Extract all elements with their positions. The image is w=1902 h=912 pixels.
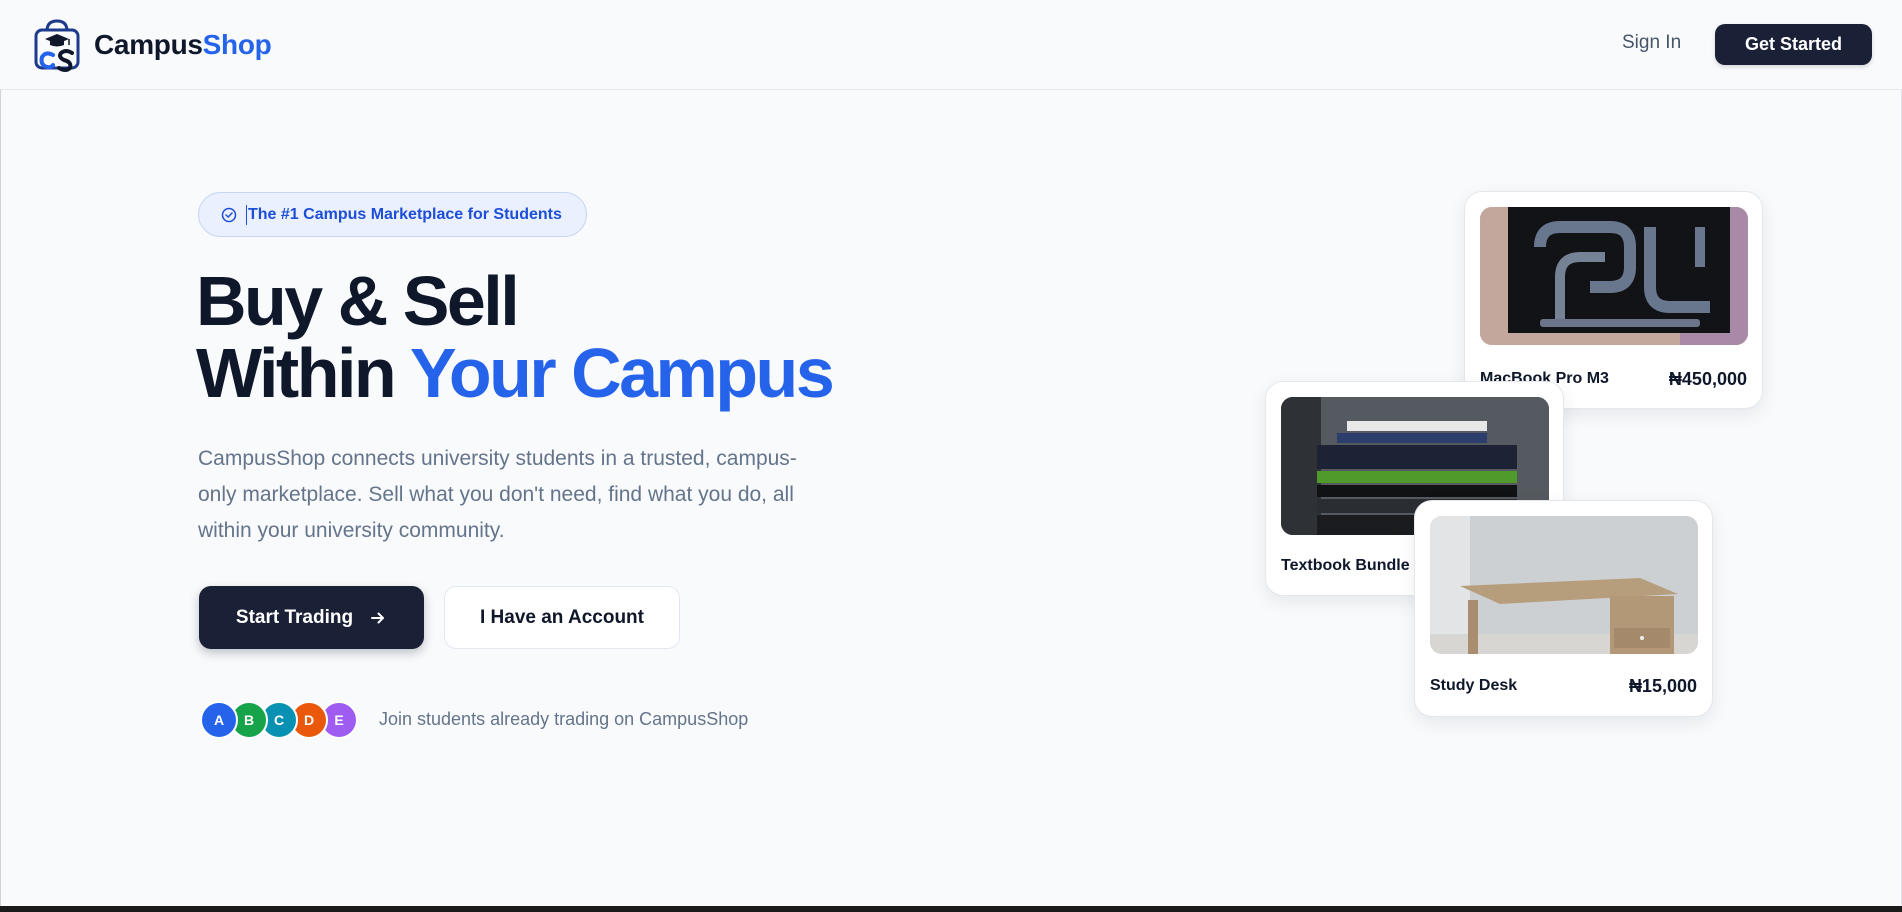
product-name: Textbook Bundle <box>1281 557 1410 574</box>
social-proof-text: Join students already trading on CampusS… <box>379 709 749 729</box>
badge-text: The #1 Campus Marketplace for Students <box>248 205 562 223</box>
text-cursor <box>246 204 247 225</box>
brand-name: CampusShop <box>94 29 272 60</box>
product-image-desk <box>1430 516 1698 654</box>
product-price: ₦15,000 <box>1628 676 1697 696</box>
check-circle-icon <box>221 207 237 222</box>
headline-line-1: Buy & Sell <box>196 262 520 340</box>
hero-badge: The #1 Campus Marketplace for Students <box>198 192 587 237</box>
product-card-desk[interactable]: Study Desk ₦15,000 <box>1414 500 1713 717</box>
divider <box>0 0 1 906</box>
start-trading-button[interactable]: Start Trading <box>199 586 424 649</box>
avatar: A <box>200 701 238 739</box>
headline-line-2: Within Your Campus <box>196 334 835 412</box>
hero-headline: Buy & Sell Within Your Campus <box>196 262 835 412</box>
top-nav: CampusShop Sign In Get Started <box>0 0 1902 90</box>
have-account-button[interactable]: I Have an Account <box>444 586 680 649</box>
brand-logo[interactable]: CampusShop <box>32 16 272 74</box>
sign-in-link[interactable]: Sign In <box>1622 32 1681 54</box>
arrow-right-icon <box>371 612 385 623</box>
headline-accent: Your Campus <box>409 334 835 412</box>
product-price: ₦450,000 <box>1668 369 1747 389</box>
page: CampusShop Sign In Get Started The #1 Ca… <box>0 0 1902 906</box>
product-card-macbook[interactable]: MacBook Pro M3 ₦450,000 <box>1464 191 1763 409</box>
get-started-button[interactable]: Get Started <box>1715 24 1872 65</box>
start-trading-label: Start Trading <box>235 606 354 628</box>
product-name: Study Desk <box>1430 677 1518 694</box>
product-image-macbook <box>1480 207 1748 345</box>
campus-shop-bag-logo-icon <box>34 19 80 72</box>
hero-description: CampusShop connects university students … <box>198 447 797 542</box>
